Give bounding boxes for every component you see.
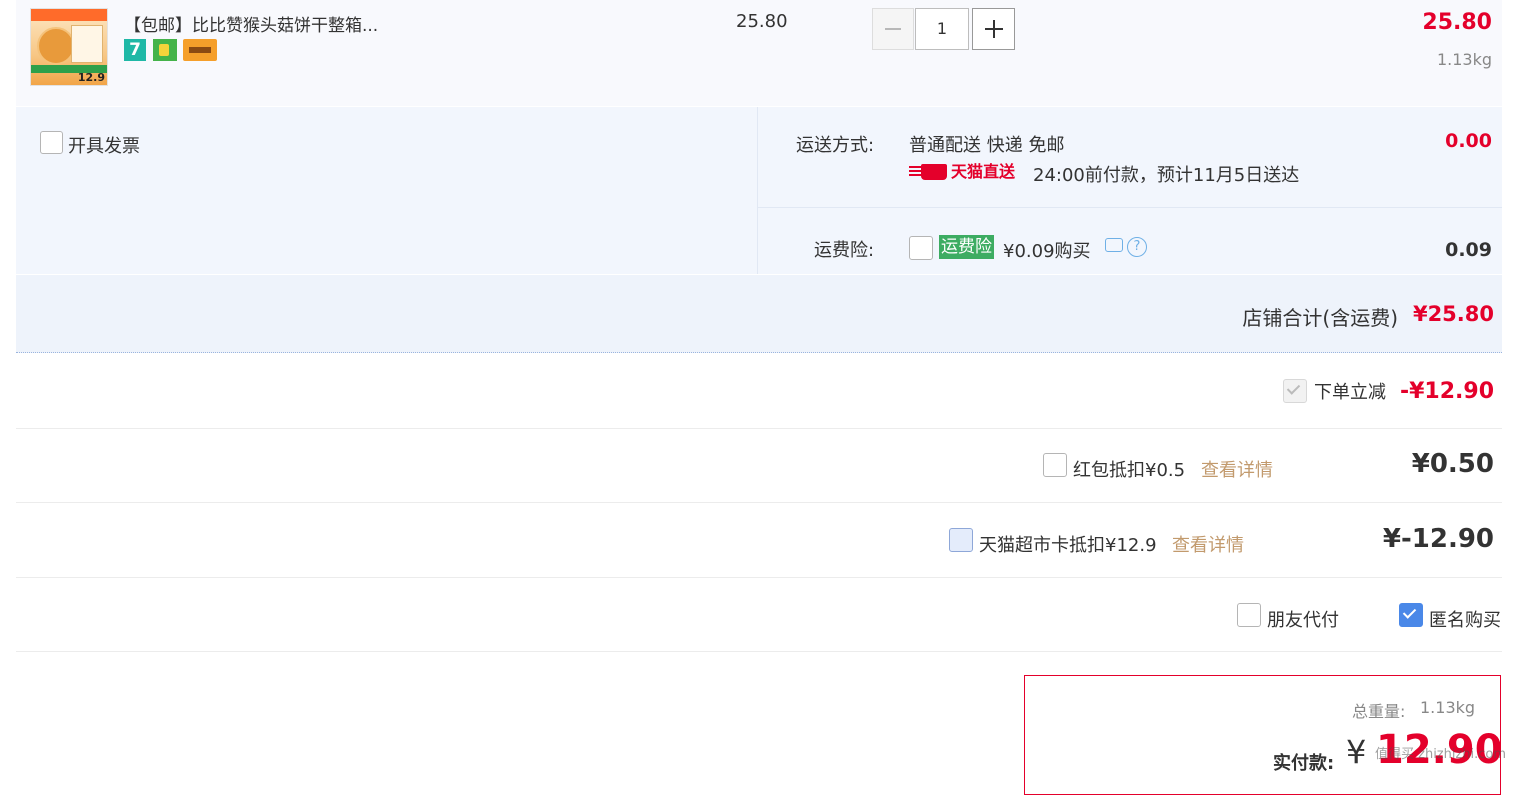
- seven-day-return-icon: 7: [124, 39, 146, 61]
- store-total-value: ¥25.80: [1412, 302, 1494, 326]
- speed-lines-icon: [909, 166, 921, 177]
- row-divider: [16, 502, 1502, 503]
- friend-pay-label[interactable]: 朋友代付: [1267, 606, 1339, 632]
- instant-discount-label: 下单立减: [1314, 382, 1386, 403]
- total-weight-label: 总重量:: [1352, 702, 1406, 721]
- insurance-label: 运费险:: [814, 240, 875, 261]
- supermarket-card-label: 天猫超市卡抵扣¥12.9: [979, 535, 1157, 556]
- insurance-value: 0.09: [1445, 239, 1492, 261]
- supermarket-card-checkbox[interactable]: [949, 528, 973, 552]
- thumb-banner: [31, 9, 107, 21]
- row-divider: [758, 207, 1502, 208]
- help-icon[interactable]: ?: [1127, 237, 1147, 257]
- red-packet-details-link[interactable]: 查看详情: [1201, 456, 1273, 482]
- row-divider: [16, 577, 1502, 578]
- chat-bubble-icon[interactable]: [1105, 238, 1123, 252]
- quantity-increase-button[interactable]: [972, 8, 1015, 50]
- store-total-label: 店铺合计(含运费): [1242, 306, 1398, 330]
- delivery-eta: 24:00前付款，预计11月5日送达: [1033, 165, 1300, 186]
- watermark: 值得买 zhizhizhi.com: [1375, 747, 1507, 762]
- row-divider: [16, 651, 1502, 652]
- insurance-tag: 运费险: [939, 235, 994, 259]
- shipping-method[interactable]: 普通配送 快递 免邮: [909, 131, 1064, 157]
- item-weight: 1.13kg: [1436, 50, 1492, 69]
- column-divider: [757, 107, 758, 274]
- red-packet-value: ¥0.50: [1411, 449, 1494, 479]
- insurance-checkbox[interactable]: [909, 236, 933, 260]
- product-title[interactable]: 【包邮】比比赞猴头菇饼干整箱...: [124, 11, 378, 36]
- supermarket-card-value: ¥-12.90: [1382, 524, 1494, 554]
- red-packet-label: 红包抵扣¥0.5: [1073, 460, 1186, 481]
- row-divider: [16, 428, 1502, 429]
- credit-card-icon: [183, 39, 217, 61]
- quantity-input[interactable]: 1: [915, 8, 969, 50]
- unit-price: 25.80: [736, 11, 788, 32]
- tmall-express-logo: 天猫直送: [909, 162, 1019, 182]
- shipping-cost: 0.00: [1445, 130, 1492, 152]
- quantity-decrease-button[interactable]: [872, 8, 914, 50]
- total-weight-value: 1.13kg: [1420, 698, 1476, 717]
- friend-pay-checkbox[interactable]: [1237, 603, 1261, 627]
- thumb-box: [71, 25, 103, 63]
- instant-discount-value: -¥12.90: [1399, 379, 1494, 404]
- instant-discount-checkbox: [1283, 379, 1307, 403]
- invoice-checkbox[interactable]: [40, 131, 63, 154]
- shopping-bag-icon: [153, 39, 177, 61]
- item-subtotal: 25.80: [1422, 10, 1492, 35]
- shipping-label: 运送方式:: [796, 135, 875, 156]
- thumb-biscuit: [37, 27, 75, 65]
- thumb-price: 12.9: [77, 71, 105, 84]
- pay-currency: ¥: [1346, 733, 1367, 771]
- order-options-block: [16, 107, 1502, 274]
- red-packet-checkbox[interactable]: [1043, 453, 1067, 477]
- tmall-cat-icon: [921, 164, 947, 180]
- supermarket-card-details-link[interactable]: 查看详情: [1172, 531, 1244, 557]
- product-thumbnail[interactable]: 12.9: [30, 8, 108, 86]
- pay-label: 实付款:: [1273, 753, 1335, 774]
- insurance-price: ¥0.09购买: [1003, 241, 1091, 262]
- item-row: 12.9 【包邮】比比赞猴头菇饼干整箱... 7 25.80 1 25.80 1…: [16, 0, 1502, 106]
- anonymous-checkbox[interactable]: [1399, 603, 1423, 627]
- invoice-label[interactable]: 开具发票: [68, 132, 140, 158]
- anonymous-label[interactable]: 匿名购买: [1429, 606, 1501, 632]
